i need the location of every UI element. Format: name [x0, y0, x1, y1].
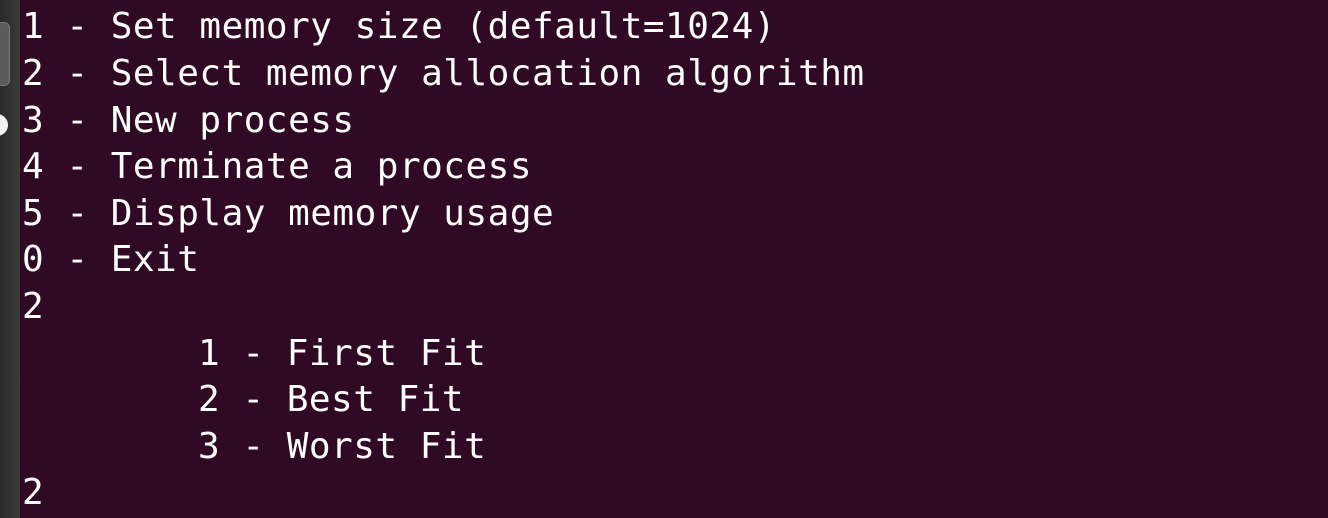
user-input-line: 2: [22, 472, 45, 513]
terminal-app-icon[interactable]: [0, 22, 10, 86]
active-app-indicator: [0, 114, 8, 136]
submenu-option-worst-fit: 3 - Worst Fit: [198, 426, 487, 467]
launcher-dock: [0, 0, 20, 518]
user-input-line: 2: [22, 286, 45, 327]
submenu-option-best-fit: 2 - Best Fit: [198, 379, 465, 420]
menu-option-set-memory-size: 1 - Set memory size (default=1024): [22, 6, 776, 47]
menu-option-select-algorithm: 2 - Select memory allocation algorithm: [22, 53, 865, 94]
screen: 1 - Set memory size (default=1024) 2 - S…: [0, 0, 1328, 518]
menu-option-new-process: 3 - New process: [22, 100, 355, 141]
submenu-option-first-fit: 1 - First Fit: [198, 333, 487, 374]
terminal-output[interactable]: 1 - Set memory size (default=1024) 2 - S…: [22, 0, 1328, 518]
menu-option-display-memory: 5 - Display memory usage: [22, 193, 555, 234]
menu-option-terminate-process: 4 - Terminate a process: [22, 146, 532, 187]
menu-option-exit: 0 - Exit: [22, 239, 200, 280]
